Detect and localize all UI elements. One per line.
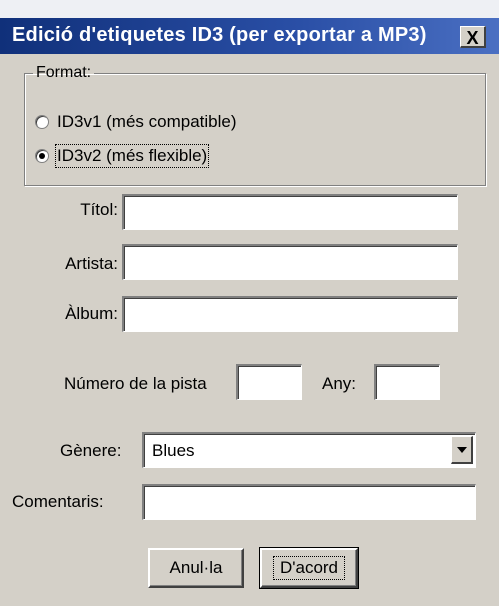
chevron-down-icon bbox=[456, 446, 467, 453]
radio-selected-dot bbox=[39, 153, 45, 159]
year-label: Any: bbox=[322, 374, 357, 393]
track-number-label: Número de la pista bbox=[64, 374, 207, 393]
genre-label: Gènere: bbox=[60, 441, 122, 460]
title-label: Títol: bbox=[80, 200, 118, 219]
title-bar[interactable]: Edició d'etiquetes ID3 (per exportar a M… bbox=[0, 18, 499, 54]
genre-selected-value: Blues bbox=[152, 441, 195, 460]
radio-id3v1-label: ID3v1 (més compatible) bbox=[57, 112, 237, 131]
radio-button-id3v1[interactable] bbox=[35, 115, 49, 129]
comments-label: Comentaris: bbox=[12, 492, 104, 511]
window-title: Edició d'etiquetes ID3 (per exportar a M… bbox=[12, 24, 427, 46]
radio-id3v1[interactable]: ID3v1 (més compatible) bbox=[35, 112, 237, 132]
year-input[interactable] bbox=[374, 364, 440, 400]
genre-dropdown-button[interactable] bbox=[451, 436, 473, 464]
close-icon: X bbox=[466, 28, 479, 48]
title-input[interactable] bbox=[122, 194, 458, 230]
format-legend: Format: bbox=[36, 64, 92, 81]
cancel-button-label: Anul·la bbox=[169, 558, 223, 577]
ok-button-label: D'acord bbox=[272, 556, 346, 580]
artist-input[interactable] bbox=[122, 244, 458, 280]
artist-label: Artista: bbox=[65, 254, 118, 273]
album-input[interactable] bbox=[122, 296, 458, 332]
genre-dropdown[interactable]: Blues bbox=[142, 432, 476, 468]
top-strip bbox=[0, 0, 499, 18]
cancel-button[interactable]: Anul·la bbox=[148, 548, 244, 588]
id3-tag-dialog: Edició d'etiquetes ID3 (per exportar a M… bbox=[0, 0, 499, 606]
format-group: Format: ID3v1 (més compatible) ID3v2 (mé… bbox=[24, 64, 486, 186]
ok-button[interactable]: D'acord bbox=[259, 547, 359, 589]
radio-button-id3v2[interactable] bbox=[35, 149, 49, 163]
track-number-input[interactable] bbox=[236, 364, 302, 400]
comments-input[interactable] bbox=[142, 484, 476, 520]
album-label: Àlbum: bbox=[65, 304, 118, 323]
radio-id3v2[interactable]: ID3v2 (més flexible) bbox=[35, 144, 210, 168]
close-button[interactable]: X bbox=[460, 26, 486, 48]
radio-id3v2-label: ID3v2 (més flexible) bbox=[54, 144, 210, 168]
